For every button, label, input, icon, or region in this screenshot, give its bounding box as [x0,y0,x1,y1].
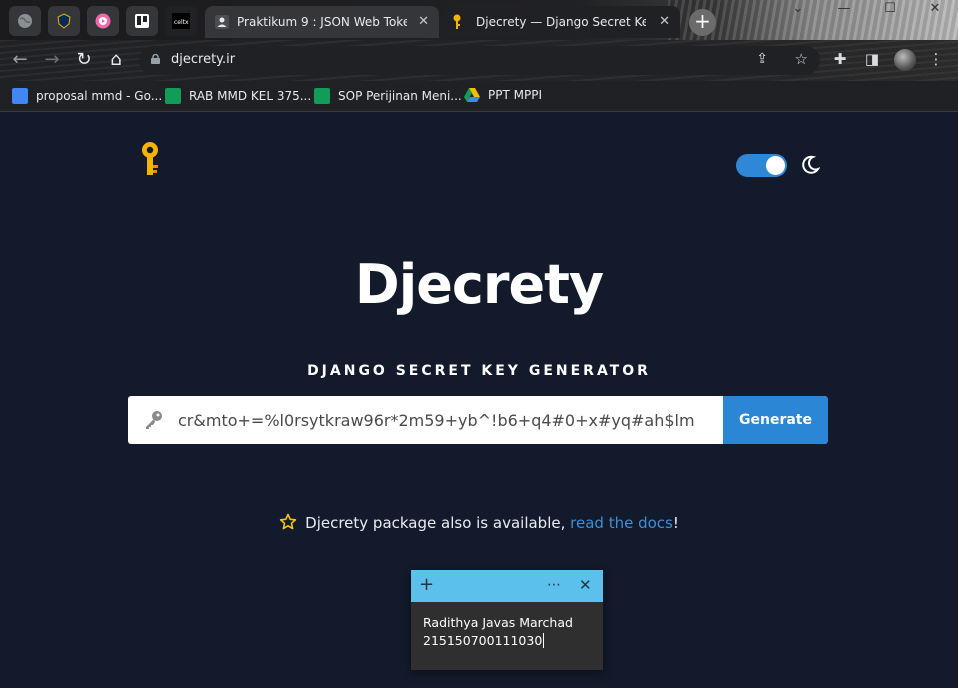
bookmark-proposal[interactable]: proposal mmd - Go... [12,88,162,104]
trello-icon [135,14,149,28]
svg-text:celtx: celtx [174,19,189,26]
text-cursor: ​ [543,633,545,648]
tab-strip: celtx Praktikum 9 : JSON Web Token ✕ Dje… [0,0,958,40]
menu-dots-icon[interactable]: ⋮ [926,50,946,70]
google-sheets-icon [165,88,181,104]
bookmark-label: proposal mmd - Go... [36,89,163,103]
google-sheets-icon [314,88,330,104]
read-docs-link[interactable]: read the docs [570,514,673,532]
bookmark-label: RAB MMD KEL 375... [189,89,312,103]
maximize-icon[interactable]: ☐ [867,0,913,22]
moon-icon[interactable] [800,155,820,175]
notice-end: ! [672,514,679,532]
shield-icon [57,13,71,29]
note-id-text: 215150700111030 [423,633,543,648]
add-note-icon[interactable]: + [419,574,434,595]
close-icon[interactable]: ✕ [579,576,592,594]
address-bar[interactable]: djecrety.ir ⇪ ☆ [139,46,820,75]
tab-djecrety[interactable]: Djecrety — Django Secret Key G ✕ [441,6,680,38]
bookmarks-bar: proposal mmd - Go... RAB MMD KEL 375... … [0,81,958,112]
bookmark-label: PPT MPPI [488,88,542,102]
celtx-icon: celtx [172,13,190,29]
tab-label: Djecrety — Django Secret Key G [476,15,646,29]
pinned-tab-celtx[interactable]: celtx [165,6,197,36]
generate-button[interactable]: Generate [723,396,828,444]
pinned-tab-trello[interactable] [126,6,158,36]
url-text: djecrety.ir [171,52,236,67]
back-icon[interactable]: ← [8,49,32,70]
bookmark-label: SOP Perijinan Meni... [338,89,462,103]
reload-icon[interactable]: ↻ [72,49,96,70]
note-line-id: 215150700111030​ [423,632,573,650]
tab-praktikum[interactable]: Praktikum 9 : JSON Web Token ✕ [205,6,439,38]
google-docs-icon [12,88,28,104]
pinned-tab-youtube[interactable] [87,6,119,36]
page-content: Djecrety DJANGO SECRET KEY GENERATOR Gen… [0,113,958,688]
secret-key-field[interactable] [128,396,723,444]
home-icon[interactable]: ⌂ [104,49,128,70]
more-options-icon[interactable]: ⋯ [547,577,561,593]
pinned-tab-shield[interactable] [48,6,80,36]
bookmark-sop[interactable]: SOP Perijinan Meni... [314,88,462,104]
page-title: Djecrety [354,253,604,316]
share-icon[interactable]: ⇪ [756,51,768,67]
key-logo-icon[interactable] [138,141,162,177]
tab-label: Praktikum 9 : JSON Web Token [237,15,407,29]
package-notice: Djecrety package also is available, read… [0,513,958,532]
extensions-icon[interactable]: ✚ [830,50,850,70]
google-drive-icon [464,88,480,102]
bookmark-rab[interactable]: RAB MMD KEL 375... [165,88,311,104]
note-line-name: Radithya Javas Marchad [423,615,573,630]
minimize-icon[interactable]: — [821,0,867,22]
bookmark-ppt[interactable]: PPT MPPI [464,88,542,102]
window-close-icon[interactable]: ✕ [912,0,958,22]
sticky-note-header: + ⋯ ✕ [411,570,603,602]
person-icon [215,15,229,29]
avatar[interactable] [894,49,916,71]
key-icon [146,411,162,429]
youtube-icon [95,13,111,29]
globe-icon [18,14,32,28]
sticky-note-text[interactable]: Radithya Javas Marchad 215150700111030​ [423,614,573,650]
toggle-knob [766,156,785,175]
new-tab-button[interactable]: + [689,9,716,36]
close-icon[interactable]: ✕ [418,14,429,29]
lock-icon [151,54,160,64]
pinned-tab-globe[interactable] [9,6,41,36]
sticky-note[interactable]: + ⋯ ✕ Radithya Javas Marchad 21515070011… [411,570,603,670]
close-icon[interactable]: ✕ [659,14,670,29]
key-icon [453,14,461,29]
side-panel-icon[interactable]: ◨ [862,50,882,70]
chevron-down-icon[interactable]: ⌄ [775,0,821,22]
star-bookmark-icon[interactable]: ☆ [795,50,808,68]
theme-toggle[interactable] [736,154,787,177]
page-subtitle: DJANGO SECRET KEY GENERATOR [307,363,651,379]
notice-text: Djecrety package also is available, [305,514,571,532]
secret-key-input[interactable] [178,396,718,444]
star-icon [279,513,297,530]
forward-icon[interactable]: → [40,49,64,70]
